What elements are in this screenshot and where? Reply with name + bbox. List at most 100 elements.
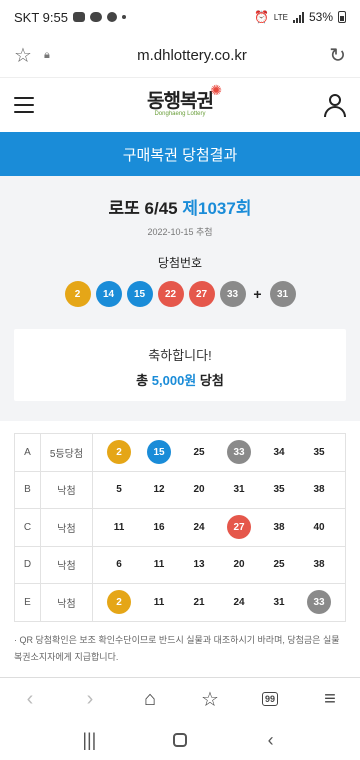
game-result: 낙첨 xyxy=(40,545,93,584)
game-id: D xyxy=(14,545,41,584)
game-number: 38 xyxy=(313,484,325,496)
winning-ball: 33 xyxy=(219,281,246,307)
site-logo[interactable]: 동행복권 Donghaeng Lottery ✺ xyxy=(140,82,222,117)
game-number: 16 xyxy=(153,521,165,533)
game-name: 로또 6/45 xyxy=(108,199,178,218)
game-number: 12 xyxy=(153,484,165,496)
draw-result-section: 로또 6/45 제1037회 2022-10-15 추첨 당첨번호 2 14 15 2… xyxy=(0,176,360,421)
logo-text: 동행복권 xyxy=(147,91,214,112)
game-id: A xyxy=(14,433,41,472)
back-icon[interactable]: ‹ xyxy=(15,684,45,714)
site-header: 동행복권 Donghaeng Lottery ✺ xyxy=(0,78,360,132)
game-number: 38 xyxy=(273,521,285,533)
game-row: B 낙첨 5 12 20 31 35 38 xyxy=(14,470,346,509)
winning-numbers-label: 당첨번호 xyxy=(157,256,203,270)
bonus-ball: 31 xyxy=(269,281,296,307)
winning-ball: 2 xyxy=(64,281,91,307)
bonus-plus: + xyxy=(253,286,262,302)
carrier-time: SKT 9:55 xyxy=(14,9,68,25)
game-number: 25 xyxy=(193,446,205,458)
game-number: 31 xyxy=(233,484,245,496)
game-row: D 낙첨 6 11 13 20 25 38 xyxy=(14,545,346,584)
url-text[interactable]: m.dhlottery.co.kr xyxy=(62,47,322,64)
logo-sparkle-icon: ✺ xyxy=(210,82,222,98)
game-number: 11 xyxy=(153,559,165,571)
game-number: 31 xyxy=(273,596,285,608)
matched-number: 2 xyxy=(107,440,131,465)
prize-prefix: 총 xyxy=(136,373,149,388)
prize-amount: 5,000원 xyxy=(151,373,197,388)
round-number: 제1037회 xyxy=(182,199,252,218)
game-result: 낙첨 xyxy=(40,583,93,622)
cloud-icon xyxy=(89,12,102,22)
draw-date: 2022-10-15 추첨 xyxy=(147,227,213,237)
matched-number: 33 xyxy=(307,590,331,615)
game-number: 21 xyxy=(193,596,205,608)
more-icon[interactable]: ≡ xyxy=(315,684,345,714)
battery-icon xyxy=(338,11,346,23)
game-row: A 5등당첨 2 15 25 33 34 35 xyxy=(14,433,346,472)
game-number: 25 xyxy=(273,559,285,571)
purchased-games: A 5등당첨 2 15 25 33 34 35 B 낙첨 5 12 20 31 35 38 C 낙첨 11 16 24 2… xyxy=(0,421,360,622)
browser-url-bar: ☆ 🔒︎ m.dhlottery.co.kr ↻ xyxy=(0,34,360,78)
matched-number: 15 xyxy=(147,440,171,465)
matched-number: 27 xyxy=(227,515,251,540)
lock-icon: 🔒︎ xyxy=(44,49,50,61)
forward-icon[interactable]: › xyxy=(75,684,105,714)
game-numbers: 5 12 20 31 35 38 xyxy=(92,470,346,509)
game-result: 낙첨 xyxy=(40,508,93,547)
game-number: 38 xyxy=(313,559,325,571)
game-result: 5등당첨 xyxy=(40,433,93,472)
recent-apps-icon[interactable]: ||| xyxy=(74,730,104,751)
game-row: E 낙첨 2 11 21 24 31 33 xyxy=(14,583,346,622)
game-number: 5 xyxy=(116,484,122,496)
status-bar: SKT 9:55 ⏰ LTE 53% xyxy=(0,0,360,34)
game-row: C 낙첨 11 16 24 27 38 40 xyxy=(14,508,346,547)
game-number: 11 xyxy=(153,596,165,608)
game-numbers: 11 16 24 27 38 40 xyxy=(92,508,346,547)
android-nav-bar: ||| ‹ xyxy=(0,720,360,760)
prize-total: 총 5,000원 당첨 xyxy=(14,370,346,389)
game-numbers: 6 11 13 20 25 38 xyxy=(92,545,346,584)
prize-suffix: 당첨 xyxy=(199,373,224,388)
games-table: A 5등당첨 2 15 25 33 34 35 B 낙첨 5 12 20 31 35 38 C 낙첨 11 16 24 2… xyxy=(14,433,346,622)
android-home-icon[interactable] xyxy=(172,733,187,747)
app-icon xyxy=(106,12,117,22)
game-number: 24 xyxy=(233,596,245,608)
prize-summary: 축하합니다! 총 5,000원 당첨 xyxy=(14,329,346,401)
game-number: 20 xyxy=(193,484,205,496)
user-icon[interactable] xyxy=(324,94,346,117)
game-number: 13 xyxy=(193,559,205,571)
game-number: 6 xyxy=(116,559,122,571)
game-result: 낙첨 xyxy=(40,470,93,509)
game-id: C xyxy=(14,508,41,547)
game-numbers: 2 15 25 33 34 35 xyxy=(92,433,346,472)
game-number: 20 xyxy=(233,559,245,571)
alarm-icon: ⏰ xyxy=(253,10,269,24)
game-number: 11 xyxy=(113,521,125,533)
winning-numbers: 2 14 15 22 27 33 +31 xyxy=(14,281,346,307)
android-back-icon[interactable]: ‹ xyxy=(256,730,286,751)
matched-number: 33 xyxy=(227,440,251,465)
bookmark-icon[interactable]: ☆ xyxy=(195,684,225,714)
battery-percent: 53% xyxy=(308,10,333,24)
browser-bottom-nav: ‹ › ⌂ ☆ 99 ≡ xyxy=(0,677,360,720)
winning-ball: 22 xyxy=(157,281,184,307)
tabs-icon[interactable]: 99 xyxy=(255,684,285,714)
game-id: E xyxy=(14,583,41,622)
game-number: 24 xyxy=(193,521,205,533)
game-number: 35 xyxy=(273,484,285,496)
draw-title: 로또 6/45 제1037회 xyxy=(14,194,346,219)
matched-number: 2 xyxy=(107,590,131,615)
game-number: 35 xyxy=(313,446,325,458)
star-icon[interactable]: ☆ xyxy=(14,43,36,68)
menu-icon[interactable] xyxy=(14,97,34,113)
tabs-count: 99 xyxy=(261,692,278,706)
home-icon[interactable]: ⌂ xyxy=(135,684,165,714)
game-numbers: 2 11 21 24 31 33 xyxy=(92,583,346,622)
reload-icon[interactable]: ↻ xyxy=(322,43,346,68)
signal-icon xyxy=(292,11,304,23)
game-number: 34 xyxy=(273,446,285,458)
network-label: LTE xyxy=(273,12,288,22)
game-id: B xyxy=(14,470,41,509)
